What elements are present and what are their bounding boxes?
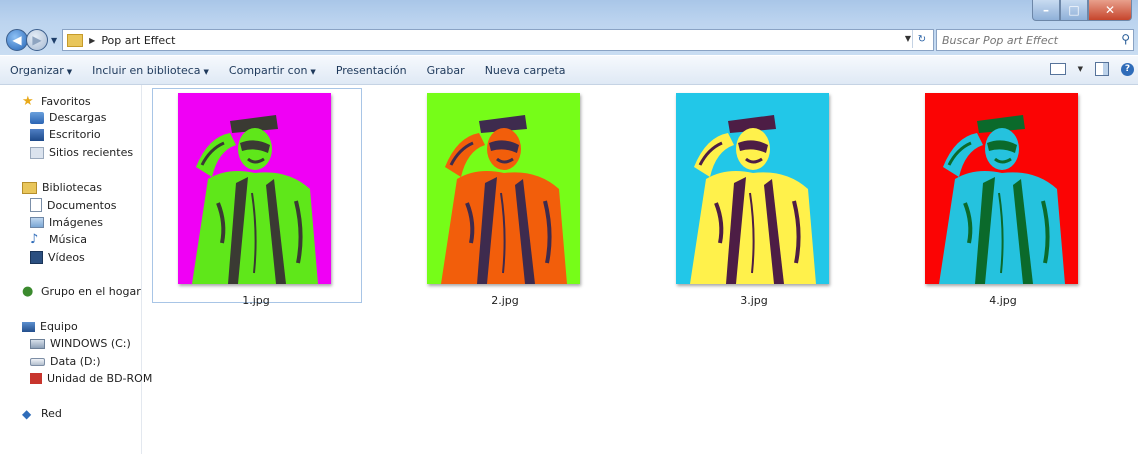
nav-network[interactable]: ◆ Red <box>22 407 62 420</box>
computer-icon <box>22 321 35 332</box>
caret-down-icon: ▼ <box>310 67 316 76</box>
nav-documents[interactable]: Documentos <box>30 198 116 212</box>
navigation-row: ◀ ▶ ▼ ▶ Pop art Effect ▼ ↻ ⚲ <box>6 29 1134 51</box>
burn-button[interactable]: Grabar <box>417 64 475 77</box>
help-icon[interactable]: ? <box>1121 62 1134 76</box>
nav-label: Red <box>41 407 62 420</box>
caret-down-icon: ▼ <box>203 67 209 76</box>
share-menu[interactable]: Compartir con ▼ <box>219 64 326 77</box>
star-icon: ★ <box>22 93 34 109</box>
share-label: Compartir con <box>228 63 308 77</box>
documents-icon <box>30 198 42 212</box>
file-item[interactable]: 4.jpg <box>899 88 1109 307</box>
image-thumbnail[interactable] <box>178 93 331 284</box>
nav-label: Música <box>49 233 88 246</box>
nav-label: Descargas <box>49 111 107 124</box>
arrow-right-icon: ▶ <box>32 33 42 47</box>
music-icon: ♪ <box>30 231 39 247</box>
navigation-pane: ★ Favoritos Descargas Escritorio Sitios r… <box>0 85 152 454</box>
nav-label: Equipo <box>40 320 78 333</box>
hard-drive-icon <box>30 357 45 366</box>
nav-favorites[interactable]: ★ Favoritos <box>22 93 91 109</box>
forward-button[interactable]: ▶ <box>26 29 48 51</box>
nav-label: Sitios recientes <box>49 146 134 159</box>
videos-icon <box>30 251 43 264</box>
file-name-label: 4.jpg <box>989 294 1017 307</box>
organize-label: Organizar <box>10 63 64 77</box>
file-item[interactable]: 2.jpg <box>401 88 611 307</box>
network-icon: ◆ <box>22 406 32 421</box>
nav-label: WINDOWS (C:) <box>50 337 131 350</box>
nav-label: Unidad de BD-ROM <box>47 372 153 385</box>
history-dropdown-icon[interactable]: ▼ <box>51 36 57 45</box>
include-library-menu[interactable]: Incluir en biblioteca ▼ <box>82 64 219 77</box>
refresh-icon[interactable]: ↻ <box>912 30 931 48</box>
new-folder-button[interactable]: Nueva carpeta <box>475 64 576 77</box>
nav-recent[interactable]: Sitios recientes <box>30 146 133 159</box>
maximize-button[interactable]: □ <box>1060 0 1088 21</box>
bd-rom-icon <box>30 373 42 384</box>
nav-label: Grupo en el hogar <box>41 285 141 298</box>
images-icon <box>30 217 44 228</box>
system-drive-icon <box>30 338 45 349</box>
nav-homegroup[interactable]: ● Grupo en el hogar <box>22 283 141 299</box>
breadcrumb-separator-icon[interactable]: ▶ <box>89 36 95 45</box>
image-thumbnail[interactable] <box>676 93 829 284</box>
desktop-icon <box>30 128 44 141</box>
recent-places-icon <box>30 146 44 159</box>
nav-music[interactable]: ♪ Música <box>30 231 88 247</box>
view-dropdown-icon[interactable]: ▼ <box>1078 65 1083 73</box>
file-item[interactable]: 1.jpg <box>152 88 362 307</box>
caret-down-icon: ▼ <box>66 67 73 76</box>
file-name-label: 1.jpg <box>242 294 270 307</box>
nav-drive-bd[interactable]: Unidad de BD-ROM <box>30 372 152 385</box>
file-name-label: 2.jpg <box>491 294 519 307</box>
window-titlebar: – □ ✕ ◀ ▶ ▼ ▶ Pop art Effect ▼ ↻ ⚲ <box>0 0 1138 55</box>
slideshow-button[interactable]: Presentación <box>326 64 417 77</box>
image-thumbnail[interactable] <box>925 93 1078 284</box>
nav-label: Favoritos <box>41 95 91 108</box>
library-icon <box>22 181 37 194</box>
back-button[interactable]: ◀ <box>6 29 28 51</box>
nav-desktop[interactable]: Escritorio <box>30 128 101 141</box>
minimize-button[interactable]: – <box>1032 0 1060 21</box>
nav-images[interactable]: Imágenes <box>30 216 103 229</box>
nav-label: Data (D:) <box>50 355 101 368</box>
include-library-label: Incluir en biblioteca <box>92 63 201 77</box>
file-name-label: 3.jpg <box>740 294 768 307</box>
folder-icon <box>67 33 84 47</box>
homegroup-icon: ● <box>22 283 34 299</box>
window-controls: – □ ✕ <box>1032 0 1132 21</box>
nav-label: Documentos <box>47 198 117 212</box>
image-thumbnail[interactable] <box>427 93 580 284</box>
nav-label: Bibliotecas <box>42 181 103 194</box>
nav-libraries[interactable]: Bibliotecas <box>22 181 102 194</box>
close-button[interactable]: ✕ <box>1088 0 1132 21</box>
nav-drive-d[interactable]: Data (D:) <box>30 355 101 368</box>
arrow-left-icon: ◀ <box>12 33 22 47</box>
nav-label: Escritorio <box>49 128 101 141</box>
file-item[interactable]: 3.jpg <box>650 88 860 307</box>
nav-videos[interactable]: Vídeos <box>30 251 85 264</box>
search-input[interactable] <box>937 32 1104 48</box>
downloads-icon <box>30 111 44 124</box>
nav-drive-c[interactable]: WINDOWS (C:) <box>30 337 131 350</box>
preview-pane-icon[interactable] <box>1095 62 1109 76</box>
address-dropdown-icon[interactable]: ▼ <box>905 34 911 43</box>
address-bar[interactable]: ▶ Pop art Effect ▼ ↻ <box>62 29 934 51</box>
breadcrumb-current[interactable]: Pop art Effect <box>101 34 175 47</box>
command-bar: Organizar ▼ Incluir en biblioteca ▼ Compar… <box>0 56 1138 85</box>
change-view-icon[interactable] <box>1049 63 1066 75</box>
nav-label: Imágenes <box>49 216 103 229</box>
nav-computer[interactable]: Equipo <box>22 320 78 333</box>
nav-downloads[interactable]: Descargas <box>30 111 107 124</box>
nav-label: Vídeos <box>48 251 85 264</box>
search-box[interactable]: ⚲ <box>936 29 1134 51</box>
view-controls: ▼ ? <box>1049 62 1134 76</box>
search-icon[interactable]: ⚲ <box>1121 32 1130 46</box>
organize-menu[interactable]: Organizar ▼ <box>0 64 82 77</box>
